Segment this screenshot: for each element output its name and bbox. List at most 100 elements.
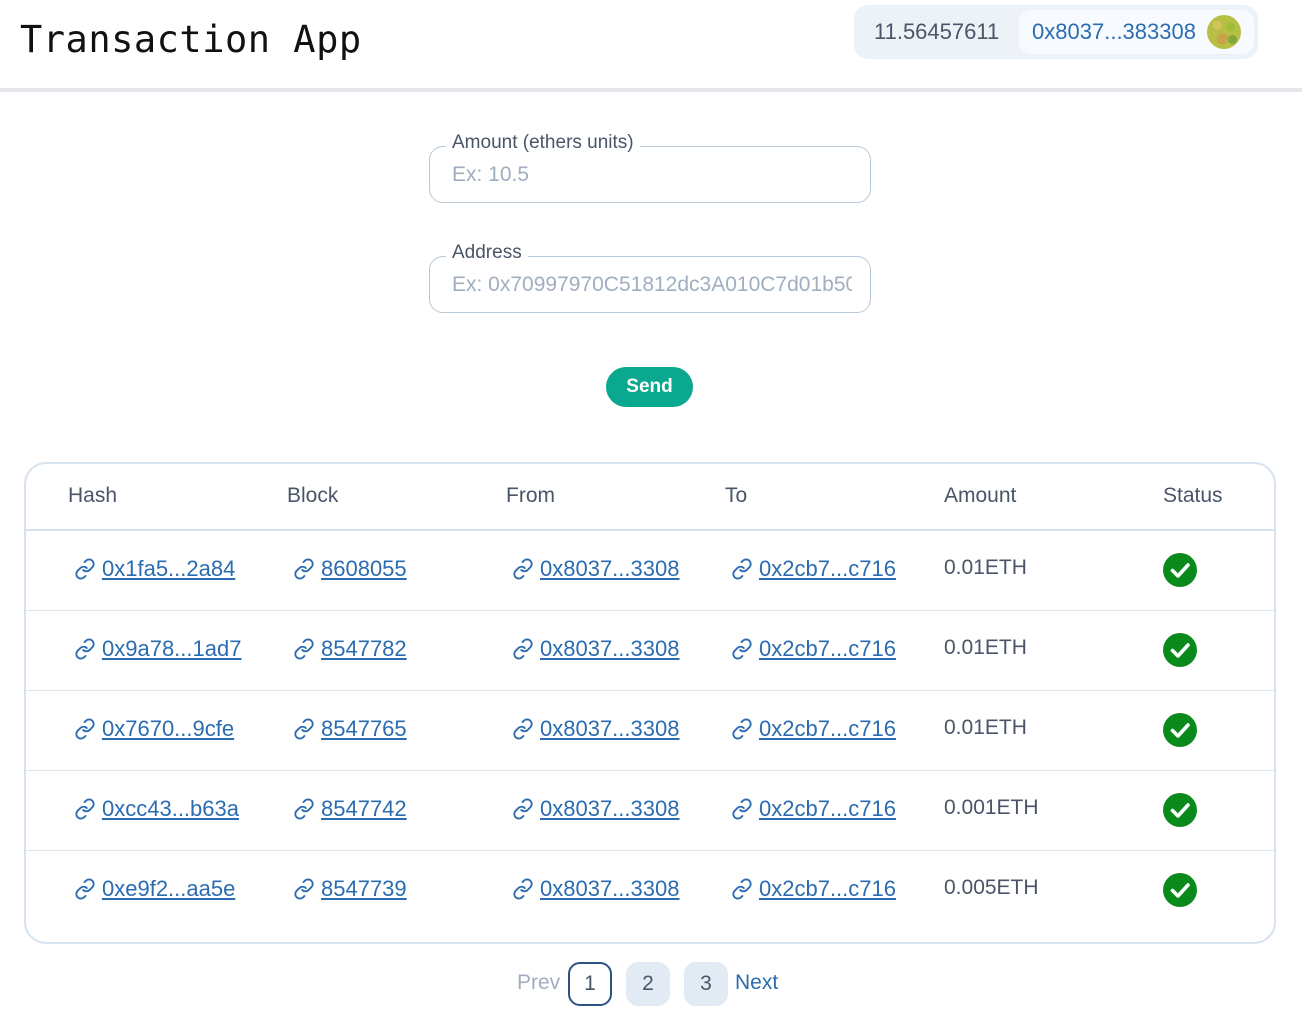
link-icon — [731, 638, 753, 660]
block-cell: 8608055 — [293, 556, 407, 582]
link-icon — [293, 638, 315, 660]
hash-cell: 0x7670...9cfe — [74, 716, 234, 742]
from-link[interactable]: 0x8037...3308 — [540, 636, 679, 662]
amount-cell: 0.005ETH — [944, 876, 1039, 899]
hash-cell: 0x9a78...1ad7 — [74, 636, 241, 662]
to-cell: 0x2cb7...c716 — [731, 876, 896, 902]
block-cell: 8547782 — [293, 636, 407, 662]
to-link[interactable]: 0x2cb7...c716 — [759, 716, 896, 742]
link-icon — [731, 718, 753, 740]
check-circle-icon — [1163, 633, 1197, 667]
account-avatar — [1206, 15, 1241, 49]
amount-cell: 0.01ETH — [944, 556, 1027, 579]
check-circle-icon — [1163, 713, 1197, 747]
column-header-to: To — [725, 484, 748, 507]
app-title: Transaction App — [20, 18, 362, 61]
page-button-3[interactable]: 3 — [684, 962, 728, 1006]
link-icon — [74, 798, 96, 820]
address-label: Address — [446, 242, 528, 264]
pagination: Prev 1 2 3 Next — [0, 962, 1302, 1006]
hash-cell: 0x1fa5...2a84 — [74, 556, 235, 582]
link-icon — [293, 718, 315, 740]
block-link[interactable]: 8608055 — [321, 556, 407, 582]
to-link[interactable]: 0x2cb7...c716 — [759, 636, 896, 662]
account-address: 0x8037...383308 — [1032, 19, 1196, 44]
hash-link[interactable]: 0x9a78...1ad7 — [102, 636, 241, 662]
table-row: 0x1fa5...2a84 8608055 0x8037...3308 0x2cb7.… — [26, 531, 1274, 611]
amount-cell: 0.01ETH — [944, 716, 1027, 739]
link-icon — [512, 798, 534, 820]
block-link[interactable]: 8547765 — [321, 716, 407, 742]
link-icon — [512, 718, 534, 740]
link-icon — [74, 558, 96, 580]
link-icon — [512, 878, 534, 900]
from-link[interactable]: 0x8037...3308 — [540, 556, 679, 582]
next-page-button[interactable]: Next — [735, 971, 778, 995]
column-header-status: Status — [1163, 484, 1223, 507]
link-icon — [731, 798, 753, 820]
column-header-from: From — [506, 484, 555, 507]
to-cell: 0x2cb7...c716 — [731, 636, 896, 662]
block-cell: 8547739 — [293, 876, 407, 902]
column-header-block: Block — [287, 484, 339, 507]
from-link[interactable]: 0x8037...3308 — [540, 796, 679, 822]
page-button-2[interactable]: 2 — [626, 962, 670, 1006]
check-circle-icon — [1163, 793, 1197, 827]
block-cell: 8547765 — [293, 716, 407, 742]
link-icon — [512, 558, 534, 580]
table-row: 0x9a78...1ad7 8547782 0x8037...3308 0x2cb7.… — [26, 611, 1274, 691]
block-link[interactable]: 8547739 — [321, 876, 407, 902]
wallet-balance: 11.56457611 — [874, 19, 1000, 44]
link-icon — [512, 638, 534, 660]
wallet-widget: 11.56457611 0x8037...383308 — [854, 5, 1258, 59]
amount-field: Amount (ethers units) — [429, 132, 871, 203]
hash-link[interactable]: 0x7670...9cfe — [102, 716, 234, 742]
link-icon — [293, 798, 315, 820]
block-cell: 8547742 — [293, 796, 407, 822]
table-row: 0xe9f2...aa5e 8547739 0x8037...3308 0x2cb7.… — [26, 851, 1274, 931]
check-circle-icon — [1163, 553, 1197, 587]
send-button[interactable]: Send — [606, 367, 693, 407]
hash-cell: 0xe9f2...aa5e — [74, 876, 235, 902]
transactions-table: Hash Block From To Amount Status 0x1fa5.… — [24, 462, 1276, 944]
from-cell: 0x8037...3308 — [512, 556, 679, 582]
to-cell: 0x2cb7...c716 — [731, 556, 896, 582]
hash-link[interactable]: 0xe9f2...aa5e — [102, 876, 235, 902]
amount-cell: 0.01ETH — [944, 636, 1027, 659]
link-icon — [74, 638, 96, 660]
from-cell: 0x8037...3308 — [512, 716, 679, 742]
address-field: Address — [429, 242, 871, 313]
hash-link[interactable]: 0xcc43...b63a — [102, 796, 239, 822]
from-link[interactable]: 0x8037...3308 — [540, 876, 679, 902]
app-header: Transaction App 11.56457611 0x8037...383… — [0, 0, 1302, 92]
table-row: 0x7670...9cfe 8547765 0x8037...3308 0x2cb7.… — [26, 691, 1274, 771]
column-header-hash: Hash — [68, 484, 118, 507]
column-header-amount: Amount — [944, 484, 1017, 507]
link-icon — [293, 878, 315, 900]
to-link[interactable]: 0x2cb7...c716 — [759, 556, 896, 582]
amount-label: Amount (ethers units) — [446, 132, 640, 154]
prev-page-button[interactable]: Prev — [517, 971, 560, 995]
link-icon — [731, 878, 753, 900]
link-icon — [731, 558, 753, 580]
to-cell: 0x2cb7...c716 — [731, 796, 896, 822]
account-button[interactable]: 0x8037...383308 — [1019, 10, 1254, 54]
table-header: Hash Block From To Amount Status — [26, 464, 1274, 531]
amount-cell: 0.001ETH — [944, 796, 1039, 819]
hash-cell: 0xcc43...b63a — [74, 796, 239, 822]
check-circle-icon — [1163, 873, 1197, 907]
block-link[interactable]: 8547782 — [321, 636, 407, 662]
block-link[interactable]: 8547742 — [321, 796, 407, 822]
from-cell: 0x8037...3308 — [512, 876, 679, 902]
from-cell: 0x8037...3308 — [512, 796, 679, 822]
from-link[interactable]: 0x8037...3308 — [540, 716, 679, 742]
to-link[interactable]: 0x2cb7...c716 — [759, 876, 896, 902]
link-icon — [293, 558, 315, 580]
hash-link[interactable]: 0x1fa5...2a84 — [102, 556, 235, 582]
address-input[interactable] — [452, 270, 852, 300]
amount-input[interactable] — [452, 160, 852, 190]
to-link[interactable]: 0x2cb7...c716 — [759, 796, 896, 822]
page-button-1[interactable]: 1 — [568, 962, 612, 1006]
link-icon — [74, 718, 96, 740]
table-row: 0xcc43...b63a 8547742 0x8037...3308 0x2cb7.… — [26, 771, 1274, 851]
